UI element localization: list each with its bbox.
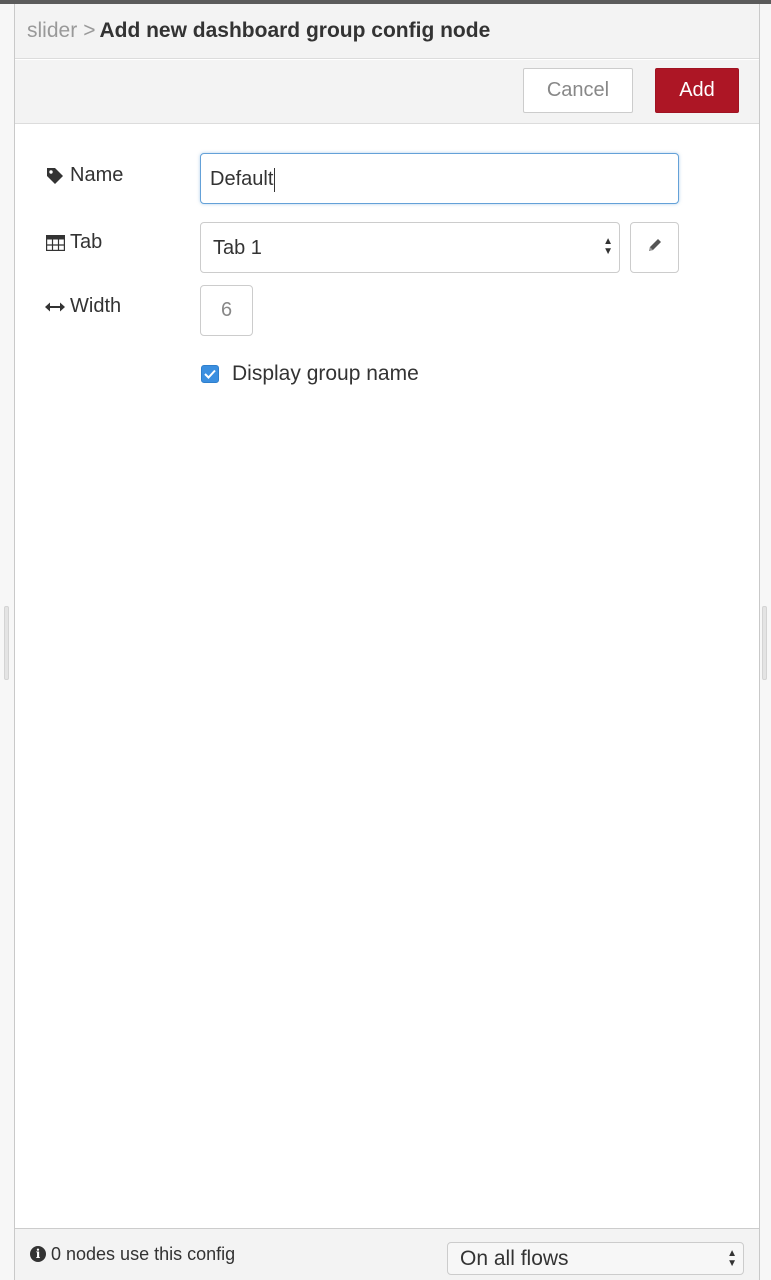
usage-text: 0 nodes use this config	[51, 1244, 236, 1264]
display-group-name-checkbox[interactable]	[201, 365, 219, 383]
width-label-text: Width	[70, 295, 122, 317]
name-label-text: Name	[70, 164, 124, 186]
edit-tab-button[interactable]	[630, 222, 679, 273]
table-icon	[45, 233, 65, 253]
tray-header: slider > Add new dashboard group config no…	[15, 4, 759, 59]
add-button[interactable]: Add	[655, 68, 739, 113]
edit-tray: slider > Add new dashboard group config no…	[14, 4, 760, 1280]
info-icon: i	[30, 1246, 46, 1262]
breadcrumb-parent[interactable]: slider	[27, 19, 77, 42]
scope-select[interactable]: On all flows ▲ ▼	[447, 1242, 744, 1275]
text-caret	[274, 167, 276, 192]
tab-select-value: Tab 1	[213, 237, 262, 259]
select-arrows-icon: ▲ ▼	[727, 1248, 737, 1269]
width-size-button[interactable]: 6	[200, 285, 253, 336]
left-resize-handle[interactable]	[4, 606, 9, 680]
checkmark-icon	[204, 369, 216, 379]
page-title: Add new dashboard group config node	[99, 19, 491, 42]
tab-label-text: Tab	[70, 231, 103, 253]
breadcrumb-separator: >	[83, 19, 96, 42]
tray-footer: i 0 nodes use this config On all flows ▲…	[15, 1228, 759, 1280]
tab-select[interactable]: Tab 1 ▲ ▼	[200, 222, 620, 273]
usage-info: i 0 nodes use this config	[30, 1243, 235, 1265]
tag-icon	[45, 166, 65, 186]
arrows-horizontal-icon	[45, 297, 65, 317]
name-input-value: Default	[210, 168, 274, 190]
name-label: Name	[45, 164, 123, 187]
right-resize-handle[interactable]	[762, 606, 767, 680]
tray-toolbar: Cancel Add	[15, 60, 759, 124]
scope-select-value: On all flows	[460, 1247, 569, 1270]
tab-label: Tab	[45, 231, 102, 254]
cancel-button[interactable]: Cancel	[523, 68, 633, 113]
select-arrows-icon: ▲ ▼	[603, 236, 613, 257]
pencil-icon	[647, 237, 663, 258]
width-label: Width	[45, 295, 121, 318]
name-input[interactable]: Default	[200, 153, 679, 204]
display-group-name-label[interactable]: Display group name	[232, 362, 419, 386]
